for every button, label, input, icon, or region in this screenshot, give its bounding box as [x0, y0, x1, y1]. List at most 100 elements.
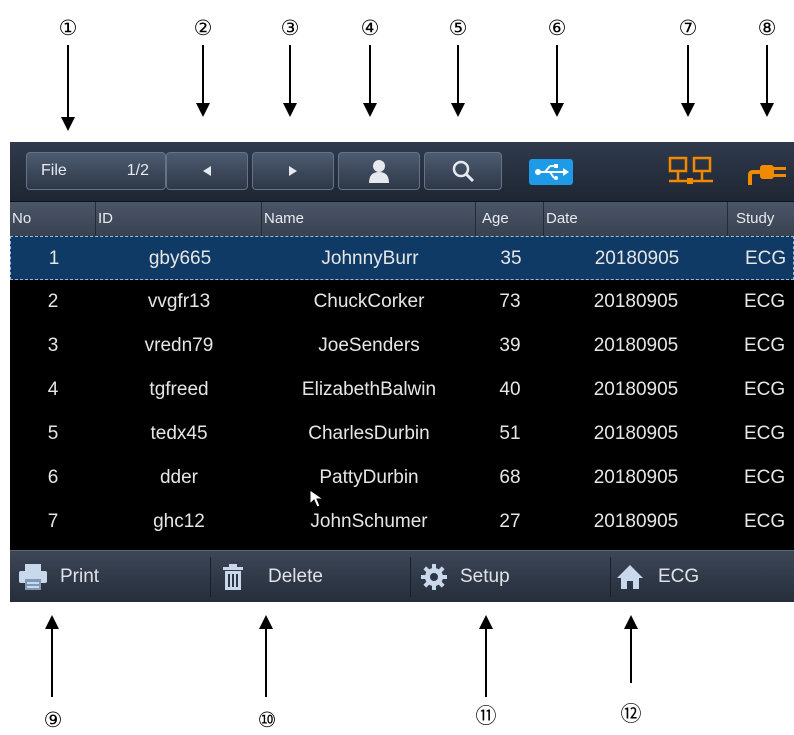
- callout-9: ⑨: [43, 708, 63, 732]
- callout-5: ⑤: [448, 16, 468, 40]
- setup-label: Setup: [460, 566, 510, 587]
- column-header-id[interactable]: ID: [96, 202, 262, 236]
- cell-name: CharlesDurbin: [308, 423, 430, 444]
- cell-study: ECG: [744, 379, 786, 400]
- callout-11: ⑪: [475, 704, 497, 728]
- separator: [210, 557, 211, 597]
- ecg-home-button[interactable]: ECG: [616, 551, 794, 602]
- device-screen: File 1/2 No ID Name Age Date Study 1 gby…: [10, 142, 794, 602]
- arrow-4: [363, 45, 377, 117]
- arrow-3: [283, 45, 297, 117]
- callout-12: ⑫: [620, 702, 642, 726]
- cell-age: 51: [499, 423, 521, 444]
- column-header-name[interactable]: Name: [262, 202, 476, 236]
- column-header-study[interactable]: Study: [728, 202, 794, 236]
- table-row[interactable]: 3 vredn79 JoeSenders 39 20180905 ECG: [10, 324, 794, 368]
- table-row[interactable]: 6 dder PattyDurbin 68 20180905 ECG: [10, 456, 794, 500]
- cell-no: 2: [47, 291, 59, 312]
- arrow-9: [45, 615, 59, 697]
- cell-study: ECG: [744, 467, 786, 488]
- mouse-cursor-icon: [309, 489, 325, 508]
- search-button[interactable]: [424, 152, 502, 190]
- cell-age: 39: [499, 335, 521, 356]
- table-row[interactable]: 7 ghc12 JohnSchumer 27 20180905 ECG: [10, 500, 794, 544]
- next-page-button[interactable]: [252, 152, 334, 190]
- cell-age: 68: [499, 467, 521, 488]
- cell-study: ECG: [745, 248, 787, 269]
- callout-10: ⑩: [257, 708, 277, 732]
- cell-id: vredn79: [144, 335, 214, 356]
- callout-7: ⑦: [678, 16, 698, 40]
- file-button[interactable]: File 1/2: [26, 152, 166, 190]
- callout-6: ⑥: [547, 16, 567, 40]
- table-header: No ID Name Age Date Study: [10, 202, 794, 236]
- cell-study: ECG: [744, 511, 786, 532]
- cell-study: ECG: [744, 291, 786, 312]
- cell-date: 20180905: [593, 423, 679, 444]
- cell-name: JohnnyBurr: [321, 248, 419, 269]
- cell-date: 20180905: [593, 379, 679, 400]
- previous-page-button[interactable]: [166, 152, 248, 190]
- setup-button[interactable]: Setup: [420, 551, 610, 602]
- column-header-no[interactable]: No: [10, 202, 96, 236]
- arrow-2: [196, 45, 210, 117]
- cell-date: 20180905: [593, 511, 679, 532]
- separator: [610, 557, 611, 597]
- arrow-7: [681, 45, 695, 117]
- triangle-right-icon: [289, 166, 297, 176]
- table-row[interactable]: 5 tedx45 CharlesDurbin 51 20180905 ECG: [10, 412, 794, 456]
- cell-id: ghc12: [153, 511, 205, 532]
- cell-study: ECG: [744, 423, 786, 444]
- cell-date: 20180905: [593, 335, 679, 356]
- ecg-label: ECG: [658, 566, 700, 587]
- cell-no: 5: [47, 423, 59, 444]
- cell-age: 73: [499, 291, 521, 312]
- cell-no: 3: [47, 335, 59, 356]
- network-icon: [668, 156, 713, 184]
- arrow-5: [451, 45, 465, 117]
- gear-icon: [421, 564, 447, 590]
- column-header-date[interactable]: Date: [544, 202, 728, 236]
- separator: [410, 557, 411, 597]
- top-toolbar: File 1/2: [10, 142, 794, 202]
- triangle-left-icon: [203, 166, 211, 176]
- delete-button[interactable]: Delete: [222, 551, 408, 602]
- column-header-age[interactable]: Age: [476, 202, 544, 236]
- table-row[interactable]: 4 tgfreed ElizabethBalwin 40 20180905 EC…: [10, 368, 794, 412]
- callout-4: ④: [360, 16, 380, 40]
- callout-8: ⑧: [757, 16, 777, 40]
- cell-id: tedx45: [150, 423, 208, 444]
- cell-name: JoeSenders: [318, 335, 420, 356]
- cell-id: gby665: [148, 248, 212, 269]
- arrow-6: [550, 45, 564, 117]
- cell-id: dder: [159, 467, 199, 488]
- patient-info-button[interactable]: [338, 152, 420, 190]
- print-button[interactable]: Print: [18, 551, 208, 602]
- cell-age: 40: [499, 379, 521, 400]
- callout-2: ②: [193, 16, 213, 40]
- cell-no: 6: [47, 467, 59, 488]
- cell-age: 27: [499, 511, 521, 532]
- cell-id: vvgfr13: [147, 291, 211, 312]
- table-row[interactable]: 2 vvgfr13 ChuckCorker 73 20180905 ECG: [10, 280, 794, 324]
- arrow-8: [760, 45, 774, 117]
- cell-date: 20180905: [593, 291, 679, 312]
- callout-1: ①: [58, 16, 78, 40]
- cell-name: PattyDurbin: [319, 467, 419, 488]
- page-indicator: 1/2: [126, 162, 149, 179]
- cell-date: 20180905: [594, 248, 680, 269]
- home-icon: [617, 565, 643, 589]
- cell-name: ElizabethBalwin: [301, 379, 437, 400]
- power-plug-icon: [748, 165, 786, 185]
- cell-age: 35: [500, 248, 522, 269]
- table-row[interactable]: 1 gby665 JohnnyBurr 35 20180905 ECG: [10, 236, 794, 280]
- cell-date: 20180905: [593, 467, 679, 488]
- cell-no: 4: [47, 379, 59, 400]
- trash-icon: [223, 564, 243, 590]
- printer-icon: [19, 564, 47, 590]
- cell-id: tgfreed: [149, 379, 209, 400]
- magnifier-icon: [452, 160, 475, 183]
- file-label: File: [41, 162, 67, 179]
- cell-no: 7: [47, 511, 59, 532]
- arrow-12: [624, 615, 638, 683]
